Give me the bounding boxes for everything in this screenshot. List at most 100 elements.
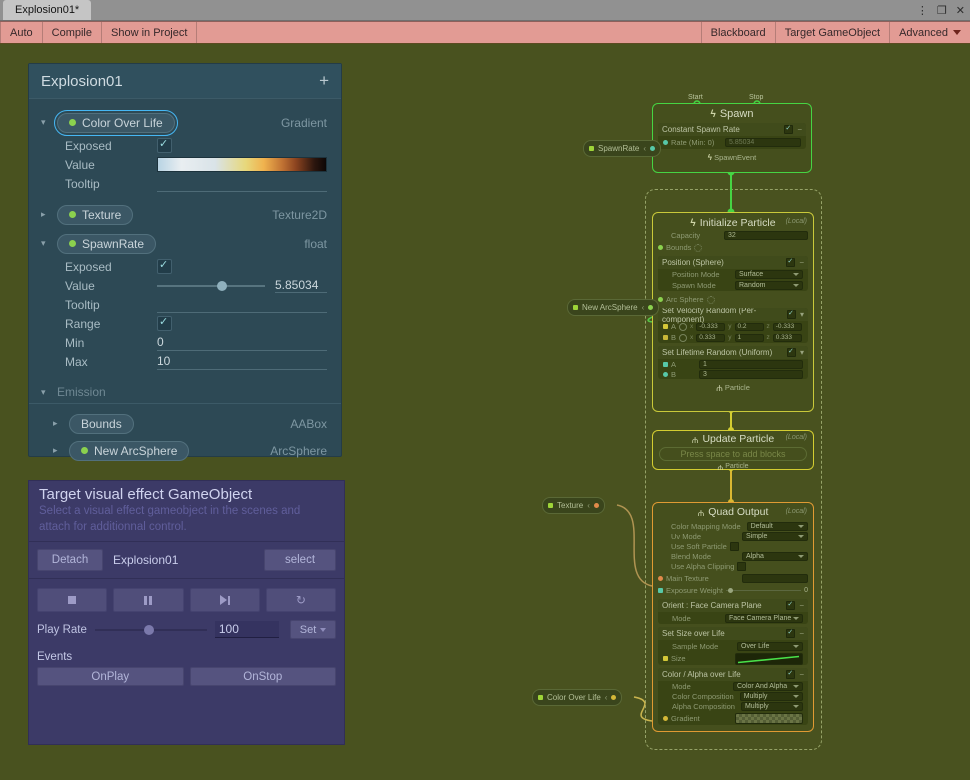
exposure-weight-slider[interactable] (726, 590, 801, 591)
onstop-button[interactable]: OnStop (190, 667, 337, 686)
restart-button[interactable]: ↻ (266, 588, 336, 612)
add-parameter-button[interactable]: + (319, 71, 329, 91)
orient-block-collapse-icon[interactable]: − (799, 601, 804, 610)
velocity-b-y-field[interactable]: 1 (735, 334, 764, 342)
spawnrate-tooltip-field[interactable] (157, 296, 327, 313)
position-mode-dropdown[interactable]: Surface (735, 270, 803, 279)
spawnrate-exposed-checkbox[interactable] (157, 259, 172, 274)
update-context-node[interactable]: Ψ Update Particle (Local) Press space to… (652, 430, 814, 470)
velocity-b-z-field[interactable]: 0.333 (773, 334, 802, 342)
color-composition-dropdown[interactable]: Multiply (740, 692, 803, 701)
position-block-collapse-icon[interactable]: − (799, 258, 804, 267)
spawnrate-range-checkbox[interactable] (157, 316, 172, 331)
select-button[interactable]: select (264, 549, 336, 571)
bounds-expand-chevron[interactable]: ▸ (53, 418, 69, 429)
lifetime-a-field[interactable]: 1 (699, 360, 803, 369)
colorlife-tooltip-field[interactable] (157, 175, 327, 192)
size-input-port[interactable] (663, 656, 668, 661)
exposure-weight-value[interactable]: 0 (804, 587, 808, 594)
quad-output-context-node[interactable]: Ψ Quad Output (Local) Color Mapping Mode… (652, 502, 814, 732)
collapse-icon[interactable]: ‹ (643, 144, 646, 153)
spawnrate-min-field[interactable]: 0 (157, 334, 327, 351)
spawn-mode-dropdown[interactable]: Random (735, 281, 803, 290)
main-texture-input-port[interactable] (658, 576, 663, 581)
step-button[interactable] (190, 588, 260, 612)
lifetime-b-field[interactable]: 3 (699, 370, 803, 379)
lifetime-b-port[interactable] (663, 372, 668, 377)
spawnrate-expand-chevron[interactable]: ▾ (41, 238, 57, 249)
stop-button[interactable] (37, 588, 107, 612)
color-block-enabled-checkbox[interactable] (786, 670, 795, 679)
blackboard-toggle-button[interactable]: Blackboard (701, 22, 775, 43)
param-node-new-arcsphere[interactable]: New ArcSphere ‹ (567, 299, 659, 316)
rate-input-port[interactable] (663, 140, 668, 145)
arcsphere-expand-chevron[interactable]: ▸ (53, 445, 69, 456)
velocity-block-collapse-icon[interactable]: ▾ (800, 310, 804, 319)
window-menu-icon[interactable]: ⋮ (917, 4, 928, 17)
set-rate-button[interactable]: Set (290, 620, 336, 639)
rate-value-field[interactable]: 5.85034 (725, 138, 801, 147)
param-arcsphere-output-port[interactable] (648, 305, 653, 310)
param-node-spawnrate[interactable]: SpawnRate ‹ (583, 140, 661, 157)
document-tab[interactable]: Explosion01* (3, 0, 91, 20)
gradient-field[interactable] (735, 713, 803, 724)
param-node-texture[interactable]: Texture ‹ (542, 497, 605, 514)
color-mode-dropdown[interactable]: Color And Alpha (733, 682, 803, 691)
arcsphere-input-port[interactable] (658, 297, 663, 302)
target-gameobject-toggle-button[interactable]: Target GameObject (775, 22, 889, 43)
param-pill-bounds[interactable]: Bounds (69, 414, 134, 434)
bounds-input-port[interactable] (658, 245, 663, 250)
alpha-composition-dropdown[interactable]: Multiply (741, 702, 803, 711)
size-block-enabled-checkbox[interactable] (786, 629, 795, 638)
main-texture-field[interactable] (742, 574, 808, 583)
param-pill-new-arcsphere[interactable]: New ArcSphere (69, 441, 189, 461)
param-pill-spawnrate[interactable]: SpawnRate (57, 234, 156, 254)
orient-block-enabled-checkbox[interactable] (786, 601, 795, 610)
auto-button[interactable]: Auto (0, 22, 43, 43)
param-node-color-over-life[interactable]: Color Over Life ‹ (532, 689, 622, 706)
texture-expand-chevron[interactable]: ▸ (41, 209, 57, 220)
lifetime-a-port[interactable] (663, 362, 668, 367)
pause-button[interactable] (113, 588, 183, 612)
collapse-icon[interactable]: ‹ (605, 693, 608, 702)
add-blocks-placeholder[interactable]: Press space to add blocks (659, 447, 807, 461)
initialize-space-label[interactable]: (Local) (786, 218, 807, 225)
size-block-collapse-icon[interactable]: − (799, 629, 804, 638)
param-pill-color-over-life[interactable]: Color Over Life (57, 113, 175, 133)
sample-mode-dropdown[interactable]: Over Life (737, 642, 803, 651)
collapse-icon[interactable]: ‹ (587, 501, 590, 510)
initialize-context-node[interactable]: ϟ Initialize Particle (Local) Capacity 3… (652, 212, 814, 412)
spawnrate-value-slider[interactable] (157, 285, 265, 287)
window-maximize-icon[interactable]: ❐ (937, 4, 947, 17)
compile-button[interactable]: Compile (43, 22, 102, 43)
emission-expand-chevron[interactable]: ▾ (41, 387, 57, 398)
velocity-b-port[interactable] (663, 335, 668, 340)
velocity-block-enabled-checkbox[interactable] (787, 310, 796, 319)
blend-mode-dropdown[interactable]: Alpha (742, 552, 808, 561)
play-rate-field[interactable]: 100 (215, 621, 279, 638)
uv-mode-dropdown[interactable]: Simple (742, 532, 808, 541)
play-rate-slider[interactable] (95, 629, 207, 631)
param-texture-output-port[interactable] (594, 503, 599, 508)
velocity-a-y-field[interactable]: 0.2 (735, 323, 764, 331)
param-pill-texture[interactable]: Texture (57, 205, 133, 225)
param-spawnrate-output-port[interactable] (650, 146, 655, 151)
lifetime-block-enabled-checkbox[interactable] (787, 348, 796, 357)
color-block-collapse-icon[interactable]: − (799, 670, 804, 679)
detach-button[interactable]: Detach (37, 549, 103, 571)
capacity-field[interactable]: 32 (724, 231, 808, 240)
spawnrate-max-field[interactable]: 10 (157, 353, 327, 370)
use-soft-particle-checkbox[interactable] (730, 542, 739, 551)
size-curve-field[interactable] (735, 653, 803, 665)
velocity-a-z-field[interactable]: -0.333 (773, 323, 802, 331)
spawnrate-value-field[interactable]: 5.85034 (275, 278, 327, 293)
constant-spawn-rate-enabled-checkbox[interactable] (784, 125, 793, 134)
orient-mode-dropdown[interactable]: Face Camera Plane (725, 614, 803, 623)
position-block-enabled-checkbox[interactable] (786, 258, 795, 267)
lifetime-block-collapse-icon[interactable]: ▾ (800, 348, 804, 357)
colorlife-expand-chevron[interactable]: ▾ (41, 117, 57, 128)
gradient-input-port[interactable] (663, 716, 668, 721)
block-collapse-icon[interactable]: − (797, 125, 802, 134)
advanced-dropdown-button[interactable]: Advanced (889, 22, 970, 43)
colorlife-exposed-checkbox[interactable] (157, 138, 172, 153)
